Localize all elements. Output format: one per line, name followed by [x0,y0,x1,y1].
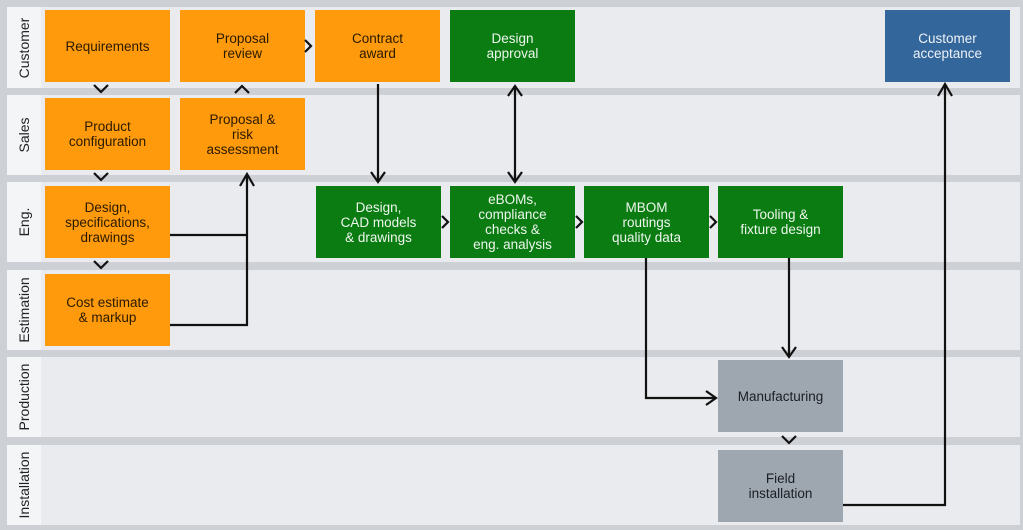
chevron-down-icon [93,260,109,270]
chevron-right-icon [575,215,584,229]
chevron-up-icon [234,84,250,94]
chevron-right-icon [709,215,718,229]
chevron-down-icon [93,172,109,182]
chevron-right-icon [441,215,450,229]
chevron-right-icon [304,39,313,53]
chevron-down-icon [93,84,109,94]
chevron-down-icon [781,435,797,445]
arrow-cost-to-proposal [170,174,249,327]
arrow-mbom-to-manufacturing [644,258,716,400]
connectors [93,39,953,507]
arrow-installation-to-acceptance [843,84,947,507]
